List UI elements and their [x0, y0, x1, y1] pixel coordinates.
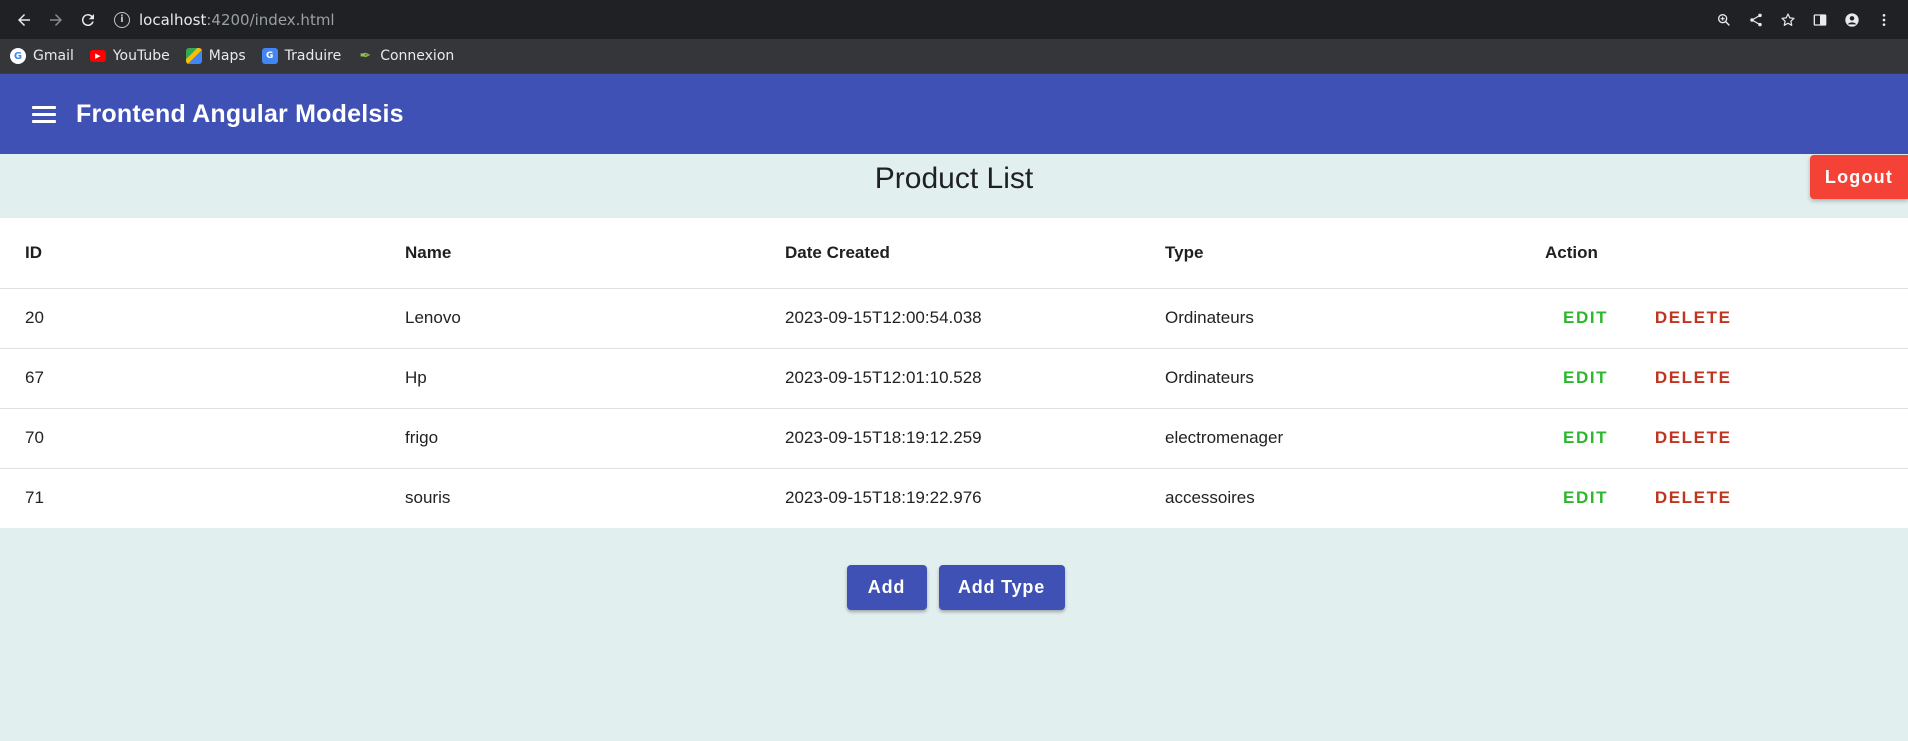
cell-name: Hp	[380, 348, 760, 409]
delete-button[interactable]: DELETE	[1637, 362, 1750, 394]
delete-button[interactable]: DELETE	[1637, 302, 1750, 334]
reload-icon[interactable]	[72, 4, 104, 36]
cell-type: accessoires	[1165, 488, 1255, 508]
profile-icon[interactable]	[1838, 6, 1866, 34]
add-type-button[interactable]: Add Type	[938, 565, 1065, 610]
back-icon[interactable]	[8, 4, 40, 36]
column-header-name: Name	[380, 218, 760, 289]
bookmark-traduire[interactable]: G Traduire	[260, 44, 350, 68]
star-icon[interactable]	[1774, 6, 1802, 34]
page-title: Product List	[874, 162, 1034, 195]
google-icon: G	[10, 48, 26, 64]
cell-id: 67	[0, 348, 380, 409]
edit-button[interactable]: EDIT	[1545, 362, 1626, 394]
cell-name: frigo	[380, 408, 760, 469]
table-header-row: ID Name Date Created Type Action	[0, 218, 1908, 289]
cell-type: electromenager	[1140, 408, 1520, 469]
bookmark-label: YouTube	[112, 48, 170, 64]
bookmark-connexion[interactable]: ✒ Connexion	[355, 44, 462, 68]
cell-action: EDIT DELETE	[1520, 408, 1908, 469]
feather-icon: ✒	[359, 48, 372, 64]
cell-id: 71	[25, 488, 44, 508]
url-path: :4200/index.html	[206, 10, 335, 29]
edit-button[interactable]: EDIT	[1545, 482, 1626, 514]
bookmark-label: Gmail	[33, 48, 74, 64]
table-row: 67 Hp 2023-09-15T12:01:10.528 Ordinateur…	[0, 348, 1908, 409]
cell-name: souris	[405, 488, 451, 508]
cell-date: 2023-09-15T18:19:12.259	[760, 408, 1140, 469]
logout-button[interactable]: Logout	[1810, 155, 1908, 199]
cell-action: EDIT DELETE	[1520, 288, 1908, 349]
product-table: ID Name Date Created Type Action 20 Leno…	[0, 218, 1908, 528]
cell-type: Ordinateurs	[1140, 288, 1520, 349]
bookmark-gmail[interactable]: G Gmail	[8, 44, 82, 68]
edit-button[interactable]: EDIT	[1545, 302, 1626, 334]
edit-button[interactable]: EDIT	[1545, 422, 1626, 454]
more-icon[interactable]	[1870, 6, 1898, 34]
cell-date: 2023-09-15T12:01:10.528	[760, 348, 1140, 409]
cell-id: 20	[0, 288, 380, 349]
app-toolbar: Frontend Angular Modelsis	[0, 74, 1908, 154]
add-button[interactable]: Add	[846, 565, 927, 610]
delete-button[interactable]: DELETE	[1637, 422, 1750, 454]
column-header-type: Type	[1140, 218, 1520, 289]
cell-date: 2023-09-15T18:19:22.976	[785, 488, 982, 508]
address-bar[interactable]: i localhost:4200/index.html	[114, 5, 1710, 35]
translate-icon: G	[261, 48, 278, 64]
zoom-icon[interactable]	[1710, 6, 1738, 34]
cell-name: Lenovo	[380, 288, 760, 349]
column-header-id: ID	[0, 218, 380, 289]
side-panel-icon[interactable]	[1806, 6, 1834, 34]
url-host: localhost	[139, 10, 207, 29]
cell-type: Ordinateurs	[1140, 348, 1520, 409]
table-row: 70 frigo 2023-09-15T18:19:12.259 electro…	[0, 408, 1908, 469]
bookmark-youtube[interactable]: ▶ YouTube	[88, 44, 178, 68]
column-header-action: Action	[1520, 218, 1908, 289]
browser-toolbar: i localhost:4200/index.html	[0, 0, 1908, 39]
forward-icon[interactable]	[40, 4, 72, 36]
app-title: Frontend Angular Modelsis	[76, 99, 404, 128]
info-icon[interactable]: i	[114, 11, 130, 28]
table-row: 20 Lenovo 2023-09-15T12:00:54.038 Ordina…	[0, 288, 1908, 349]
cell-action: EDIT DELETE	[1520, 468, 1908, 528]
table-row: 71 souris 2023-09-15T18:19:22.976 access…	[0, 468, 1908, 528]
bookmark-label: Maps	[208, 48, 246, 64]
cell-action: EDIT DELETE	[1520, 348, 1908, 409]
delete-button[interactable]: DELETE	[1637, 482, 1750, 514]
share-icon[interactable]	[1742, 6, 1770, 34]
bookmarks-bar: G Gmail ▶ YouTube Maps G Traduire ✒ Conn…	[0, 39, 1908, 74]
youtube-icon: ▶	[89, 50, 106, 62]
bookmark-label: Traduire	[284, 48, 342, 64]
bottom-actions: Add Add Type	[0, 565, 1908, 610]
cell-id: 70	[0, 408, 380, 469]
bookmark-label: Connexion	[380, 48, 455, 64]
url-text: localhost:4200/index.html	[139, 11, 335, 29]
maps-icon	[185, 48, 202, 64]
menu-icon[interactable]	[32, 101, 58, 127]
column-header-date: Date Created	[760, 218, 1140, 289]
cell-date: 2023-09-15T12:00:54.038	[760, 288, 1140, 349]
bookmark-maps[interactable]: Maps	[184, 44, 254, 68]
